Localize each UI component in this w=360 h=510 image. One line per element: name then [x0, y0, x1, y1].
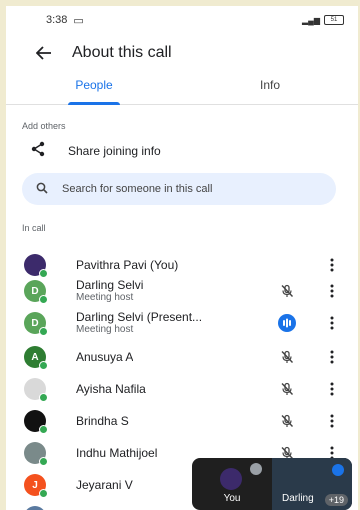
- participant-name: Ayisha Nafila: [76, 382, 146, 396]
- more-options-icon[interactable]: [329, 349, 335, 365]
- call-details-screen: 3:38 ▭ ▂▄▆ 51 About this call People Inf…: [6, 6, 358, 510]
- notification-icon: ▭: [73, 14, 84, 27]
- speaking-indicator-icon: [332, 464, 344, 476]
- participant-role: Meeting host: [76, 292, 134, 303]
- more-options-icon[interactable]: [329, 315, 335, 331]
- participant-role: Meeting host: [76, 324, 134, 335]
- participant-avatar: [24, 506, 46, 510]
- participant-info: Anusuya A: [76, 350, 133, 364]
- participant-name: Darling Selvi (Present...: [76, 310, 203, 324]
- more-options-icon[interactable]: [329, 413, 335, 429]
- participant-info: Ayisha Nafila: [76, 382, 146, 396]
- participant-row[interactable]: A Anusuya A: [6, 342, 358, 372]
- share-joining-info-button[interactable]: Share joining info: [6, 131, 358, 171]
- online-status-dot: [39, 425, 48, 434]
- signal-icon: ▂▄▆: [302, 15, 320, 25]
- you-label: You: [223, 493, 241, 504]
- mic-muted-icon[interactable]: [278, 412, 296, 430]
- participant-info: Jeyarani V: [76, 478, 133, 492]
- share-icon: [30, 141, 46, 162]
- participant-row[interactable]: Brindha S: [6, 406, 358, 436]
- participant-name: Anusuya A: [76, 350, 134, 364]
- online-status-dot: [39, 327, 48, 336]
- online-status-dot: [39, 361, 48, 370]
- back-arrow-icon[interactable]: [26, 35, 62, 71]
- mic-muted-icon[interactable]: [278, 380, 296, 398]
- participant-name: Indhu Mathijoel: [76, 446, 158, 460]
- online-status-dot: [39, 393, 48, 402]
- tab-people[interactable]: People: [6, 72, 182, 104]
- mic-muted-icon[interactable]: [278, 282, 296, 300]
- participant-info: Darling Selvi (Present... Meeting host: [76, 310, 202, 336]
- participant-avatar: D: [24, 312, 48, 336]
- more-options-icon[interactable]: [329, 283, 335, 299]
- participant-name: Jeyarani V: [76, 478, 133, 492]
- participant-info: Brindha S: [76, 414, 129, 428]
- status-bar: 3:38 ▭ ▂▄▆ 51: [6, 6, 358, 34]
- participant-avatar: A: [24, 346, 48, 370]
- add-others-label: Add others: [22, 121, 66, 131]
- more-options-icon[interactable]: [329, 257, 335, 273]
- self-video-tile: You: [192, 458, 272, 510]
- participant-row[interactable]: D Darling Selvi Meeting host: [6, 276, 358, 306]
- participant-avatar: D: [24, 280, 48, 304]
- participant-info: Indhu Mathijoel: [76, 446, 157, 460]
- self-mic-muted-icon: [250, 463, 262, 475]
- participant-info: Pavithra Pavi (You): [76, 258, 178, 272]
- presenter-video-tile: Darling +19: [272, 458, 352, 510]
- participant-name: Pavithra Pavi (You): [76, 258, 179, 272]
- participant-name: Brindha S: [76, 414, 129, 428]
- participant-row[interactable]: Ayisha Nafila: [6, 374, 358, 404]
- app-bar: About this call: [6, 34, 358, 72]
- online-status-dot: [39, 457, 48, 466]
- tab-info[interactable]: Info: [182, 72, 358, 104]
- participant-avatar: [24, 378, 48, 402]
- mic-muted-icon[interactable]: [278, 348, 296, 366]
- participant-name: Darling Selvi: [76, 278, 144, 292]
- search-icon: [36, 182, 48, 197]
- search-input[interactable]: Search for someone in this call: [22, 173, 336, 205]
- presenter-label: Darling: [282, 493, 314, 504]
- participant-avatar: [24, 254, 48, 278]
- online-status-dot: [39, 295, 48, 304]
- self-avatar: [220, 468, 242, 490]
- picture-in-picture-preview[interactable]: You Darling +19: [192, 458, 352, 510]
- status-time: 3:38: [46, 14, 68, 26]
- share-joining-info-label: Share joining info: [68, 144, 161, 158]
- search-placeholder: Search for someone in this call: [62, 183, 213, 195]
- online-status-dot: [39, 489, 48, 498]
- battery-icon: 51: [324, 15, 344, 25]
- participant-info: Darling Selvi Meeting host: [76, 278, 143, 304]
- more-options-icon[interactable]: [329, 381, 335, 397]
- in-call-label: In call: [22, 223, 46, 233]
- page-title: About this call: [72, 44, 172, 61]
- speaking-indicator-icon[interactable]: [278, 314, 296, 332]
- participant-avatar: [24, 410, 48, 434]
- tab-bar: People Info: [6, 72, 358, 105]
- participant-avatar: [24, 442, 48, 466]
- participant-avatar: J: [24, 474, 48, 498]
- more-participants-badge: +19: [324, 494, 348, 506]
- participant-row[interactable]: D Darling Selvi (Present... Meeting host: [6, 308, 358, 338]
